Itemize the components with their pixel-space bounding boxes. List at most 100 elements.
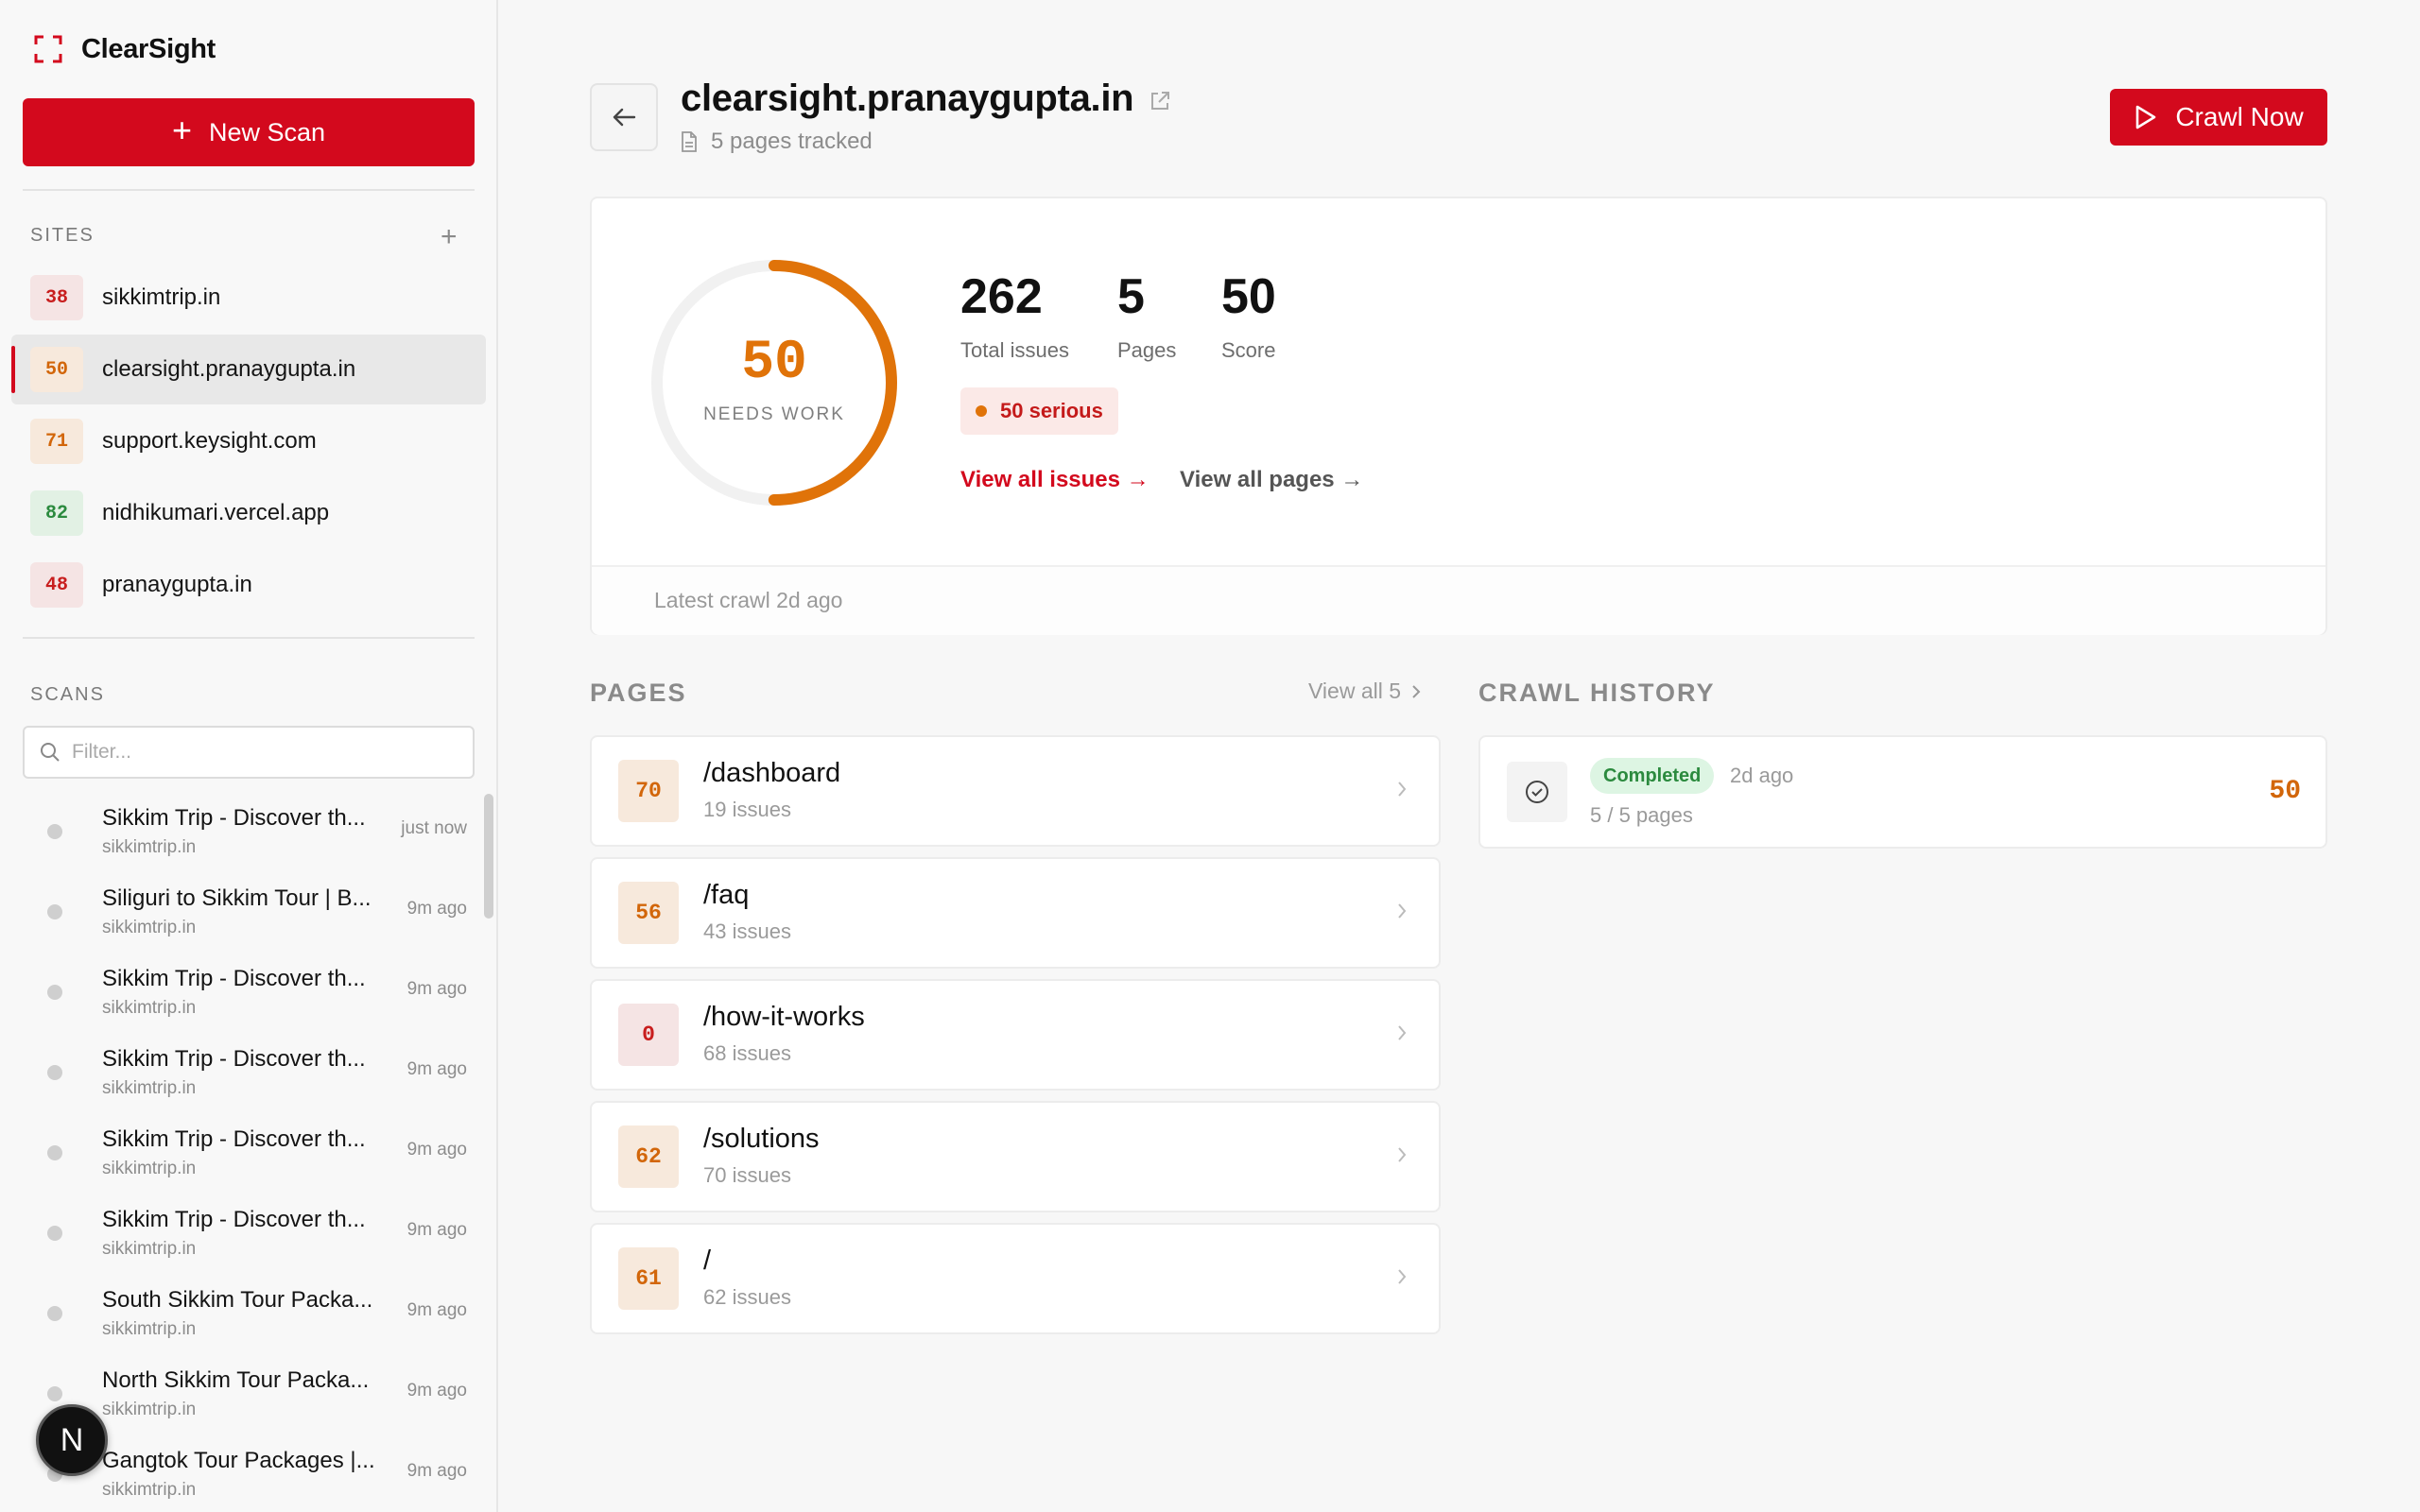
scan-list-item[interactable]: Sikkim Trip - Discover th... sikkimtrip.i…: [23, 1117, 475, 1197]
page-issue-count: 68 issues: [703, 1041, 791, 1065]
scan-time: 9m ago: [406, 979, 467, 999]
sidebar-site-item[interactable]: 71 support.keysight.com: [11, 406, 486, 476]
check-circle-icon: [1507, 762, 1567, 822]
site-name: pranaygupta.in: [102, 572, 252, 597]
sidebar: ClearSight + New Scan SITES + 38 sikkimtr…: [0, 0, 498, 1512]
stat-label: Total issues: [960, 338, 1069, 362]
crawl-pages: 5 / 5 pages: [1590, 803, 1693, 827]
site-list: 38 sikkimtrip.in 50 clearsight.pranaygupta.…: [11, 263, 486, 622]
external-link-icon[interactable]: [1148, 89, 1172, 118]
scan-time: 9m ago: [406, 1059, 467, 1079]
scan-site: sikkimtrip.in: [102, 998, 197, 1018]
serious-count: 50 serious: [1000, 399, 1103, 422]
pages-heading: PAGES: [590, 679, 687, 707]
page-issue-count: 70 issues: [703, 1163, 791, 1187]
scan-list-item[interactable]: Sikkim Trip - Discover th... sikkimtrip.i…: [23, 1197, 475, 1278]
scan-status-dot-icon: [47, 1386, 62, 1401]
scan-site: sikkimtrip.in: [102, 1480, 197, 1500]
overall-score: 50: [741, 333, 807, 394]
overview-card: 50 NEEDS WORK 262 Total issues 5 Pages 5…: [590, 197, 2327, 635]
scan-list-item[interactable]: Sikkim Trip - Discover th... sikkimtrip.i…: [23, 1037, 475, 1117]
arrow-left-icon: [613, 108, 636, 127]
scan-time: just now: [401, 818, 467, 838]
page-row[interactable]: 61 / 62 issues: [590, 1223, 1441, 1334]
dev-tools-badge[interactable]: N: [36, 1404, 108, 1476]
crawl-now-button[interactable]: Crawl Now: [2110, 89, 2327, 146]
page-score-badge: 56: [618, 882, 679, 944]
scan-site: sikkimtrip.in: [102, 837, 197, 857]
new-scan-label: New Scan: [208, 117, 326, 146]
sidebar-site-item[interactable]: 38 sikkimtrip.in: [11, 263, 486, 333]
page-row[interactable]: 0/how-it-works 68 issues: [590, 979, 1441, 1091]
site-name: support.keysight.com: [102, 428, 317, 454]
card-footer: Latest crawl 2d ago: [592, 565, 2325, 635]
scan-title: Sikkim Trip - Discover th...: [102, 1126, 366, 1152]
view-all-issues-link[interactable]: View all issues →: [960, 467, 1150, 493]
score-status: NEEDS WORK: [703, 404, 845, 424]
scan-title: South Sikkim Tour Packa...: [102, 1287, 373, 1313]
scan-title: Sikkim Trip - Discover th...: [102, 805, 366, 831]
site-score-badge: 71: [30, 419, 83, 464]
chevron-right-icon: [1412, 684, 1421, 698]
new-scan-button[interactable]: + New Scan: [23, 98, 475, 166]
scan-title: Gangtok Tour Packages |...: [102, 1448, 375, 1473]
scan-title: Sikkim Trip - Discover th...: [102, 1207, 366, 1232]
scan-title: Sikkim Trip - Discover th...: [102, 1046, 366, 1072]
scan-status-dot-icon: [47, 904, 62, 919]
filter-input[interactable]: [72, 741, 450, 764]
serious-badge[interactable]: 50 serious: [960, 387, 1118, 435]
scan-time: 9m ago: [406, 1300, 467, 1320]
scrollbar[interactable]: [484, 794, 493, 919]
scan-status-dot-icon: [47, 1306, 62, 1321]
sidebar-site-item[interactable]: 50 clearsight.pranaygupta.in: [11, 335, 486, 404]
scan-time: 9m ago: [406, 1220, 467, 1240]
view-all-pages-button[interactable]: View all 5: [1308, 679, 1422, 704]
scan-list-item[interactable]: Sikkim Trip - Discover th... sikkimtrip.i…: [23, 796, 475, 876]
app-name: ClearSight: [81, 33, 216, 64]
view-all-pages-link[interactable]: View all pages →: [1180, 467, 1363, 493]
scan-site: sikkimtrip.in: [102, 918, 197, 937]
filter-field[interactable]: [23, 726, 475, 779]
scan-time: 9m ago: [406, 1461, 467, 1481]
site-score-badge: 82: [30, 490, 83, 536]
chevron-right-icon: [1398, 1269, 1407, 1284]
divider: [23, 189, 475, 191]
scan-site: sikkimtrip.in: [102, 1319, 197, 1339]
scan-time: 9m ago: [406, 1140, 467, 1160]
plus-icon: +: [171, 111, 192, 149]
stat-value: 50: [1221, 269, 1276, 324]
scan-list-item[interactable]: Sikkim Trip - Discover th... sikkimtrip.i…: [23, 956, 475, 1037]
scan-list-item[interactable]: South Sikkim Tour Packa... sikkimtrip.in 9…: [23, 1278, 475, 1358]
page-issue-count: 19 issues: [703, 798, 791, 821]
crawl-history-heading: CRAWL HISTORY: [1478, 679, 1716, 707]
scan-status-dot-icon: [47, 1065, 62, 1080]
stat-pages: 5 Pages: [1117, 272, 1176, 363]
stat-value: 5: [1117, 269, 1145, 324]
add-site-plus-icon[interactable]: +: [441, 223, 458, 251]
page-title: clearsight.pranaygupta.in: [681, 77, 1134, 119]
back-button[interactable]: [590, 83, 658, 151]
sidebar-site-item[interactable]: 48 pranaygupta.in: [11, 550, 486, 620]
site-score-badge: 50: [30, 347, 83, 392]
brand[interactable]: ClearSight: [34, 32, 216, 66]
chevron-right-icon: [1398, 1147, 1407, 1162]
scan-site: sikkimtrip.in: [102, 1078, 197, 1098]
status-badge: Completed: [1590, 758, 1715, 794]
page-row[interactable]: 56/faq 43 issues: [590, 857, 1441, 969]
stat-total-issues: 262 Total issues: [960, 272, 1069, 363]
crawl-score: 50: [2269, 777, 2301, 806]
scan-site: sikkimtrip.in: [102, 1239, 197, 1259]
scan-title: Siliguri to Sikkim Tour | B...: [102, 885, 372, 911]
page-score-badge: 0: [618, 1004, 679, 1066]
site-score-badge: 38: [30, 275, 83, 320]
crawl-time: 2d ago: [1730, 764, 1794, 787]
play-icon: [2136, 105, 2156, 129]
page-score-badge: 62: [618, 1125, 679, 1188]
scan-list-item[interactable]: Siliguri to Sikkim Tour | B... sikkimtrip…: [23, 876, 475, 956]
page-row[interactable]: 62/solutions 70 issues: [590, 1101, 1441, 1212]
page-row[interactable]: 70/dashboard 19 issues: [590, 735, 1441, 847]
crawl-history-item[interactable]: Completed 2d ago 5 / 5 pages 50: [1478, 735, 2327, 849]
sites-heading: SITES: [30, 225, 95, 246]
sidebar-site-item[interactable]: 82 nidhikumari.vercel.app: [11, 478, 486, 548]
page-score-badge: 61: [618, 1247, 679, 1310]
